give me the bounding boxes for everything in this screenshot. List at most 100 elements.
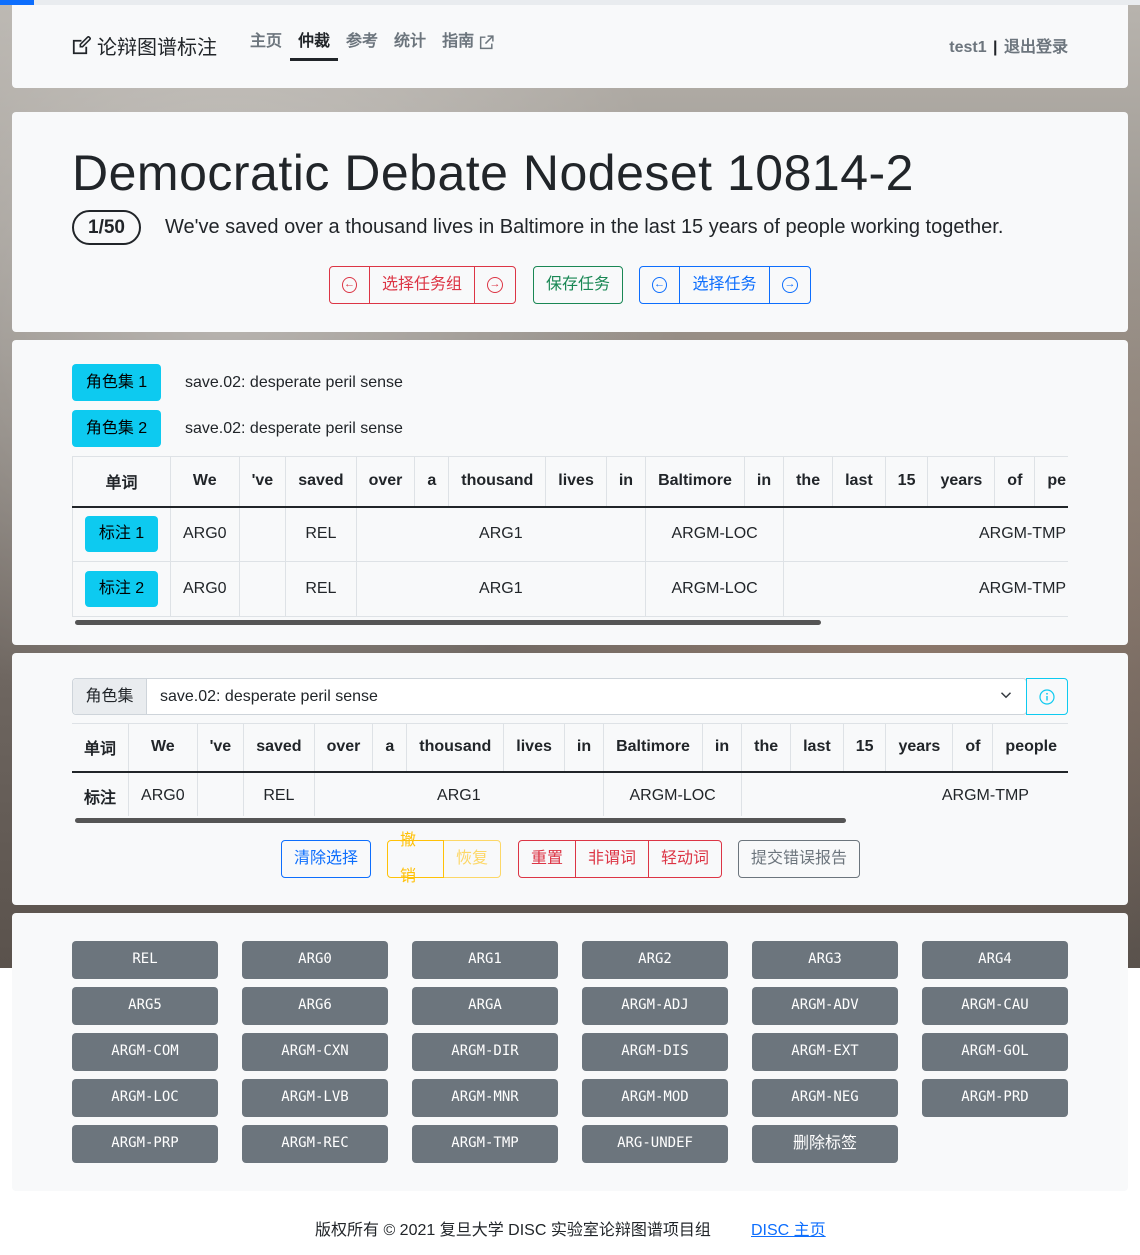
label-cell: ARG1 (356, 561, 647, 617)
label-cell: ARG1 (356, 506, 647, 562)
word-cell[interactable]: over (314, 723, 374, 773)
word-cell[interactable]: saved (243, 723, 315, 773)
label-button-arg6[interactable]: ARG6 (242, 987, 388, 1025)
label-cell[interactable]: REL (243, 771, 315, 816)
label-button-argm-mod[interactable]: ARGM-MOD (582, 1079, 728, 1117)
label-button-argm-dir[interactable]: ARGM-DIR (412, 1033, 558, 1071)
word-cell: a (414, 456, 450, 508)
label-button-arg0[interactable]: ARG0 (242, 941, 388, 979)
label-button-arg4[interactable]: ARG4 (922, 941, 1068, 979)
label-button-argm-prd[interactable]: ARGM-PRD (922, 1079, 1068, 1117)
label-cell (239, 506, 287, 562)
label-button-argm-gol[interactable]: ARGM-GOL (922, 1033, 1068, 1071)
nav-home[interactable]: 主页 (242, 31, 290, 61)
comparison-table: 单词 We 've saved over a thousand lives in… (72, 456, 1068, 617)
non-predicate-button[interactable]: 非谓词 (575, 840, 649, 878)
redo-button[interactable]: 恢复 (443, 840, 501, 878)
label-button-argm-mnr[interactable]: ARGM-MNR (412, 1079, 558, 1117)
word-cell: the (783, 456, 834, 508)
next-group-button[interactable]: → (474, 266, 516, 304)
roleset-2-button[interactable]: 角色集 2 (72, 410, 161, 447)
label-button-arg2[interactable]: ARG2 (582, 941, 728, 979)
word-cell[interactable]: thousand (406, 723, 505, 773)
label-cell[interactable]: ARGM-LOC (603, 771, 743, 816)
label-button-arg5[interactable]: ARG5 (72, 987, 218, 1025)
undo-button[interactable]: 撤销 (387, 832, 444, 885)
label-button-argm-lvb[interactable]: ARGM-LVB (242, 1079, 388, 1117)
roleset-select-value: save.02: desperate peril sense (160, 688, 378, 705)
word-cell[interactable]: last (790, 723, 844, 773)
prev-task-button[interactable]: ← (639, 266, 680, 304)
roleset-info-button[interactable] (1026, 678, 1068, 715)
word-cell[interactable]: years (885, 723, 954, 773)
save-task-button[interactable]: 保存任务 (533, 266, 623, 304)
horizontal-scrollbar[interactable] (75, 818, 846, 823)
nav-guide[interactable]: 指南 (434, 31, 503, 61)
label-button-argm-loc[interactable]: ARGM-LOC (72, 1079, 218, 1117)
word-cell[interactable]: in (702, 723, 743, 773)
label-button-argm-dis[interactable]: ARGM-DIS (582, 1033, 728, 1071)
select-task-button[interactable]: 选择任务 (679, 266, 770, 304)
label-cell[interactable]: ARG0 (128, 771, 198, 816)
annotation-comparison: 角色集 1 save.02: desperate peril sense 角色集… (12, 340, 1128, 645)
disc-home-link[interactable]: DISC 主页 (751, 1216, 826, 1240)
nav-stats[interactable]: 统计 (386, 31, 434, 61)
tag-1-button[interactable]: 标注 1 (85, 516, 158, 553)
label-cell: REL (285, 561, 357, 617)
word-cell[interactable]: We (128, 723, 198, 773)
next-task-button[interactable]: → (769, 266, 811, 304)
select-group-button[interactable]: 选择任务组 (369, 266, 475, 304)
word-cell[interactable]: 've (197, 723, 245, 773)
comparison-table-container[interactable]: 单词 We 've saved over a thousand lives in… (72, 456, 1068, 617)
nav-arbitration[interactable]: 仲裁 (290, 31, 339, 61)
prev-group-button[interactable]: ← (329, 266, 370, 304)
report-error-button[interactable]: 提交错误报告 (738, 840, 860, 878)
logout-link[interactable]: 退出登录 (1004, 39, 1068, 56)
word-cell[interactable]: 15 (843, 723, 887, 773)
word-cell[interactable]: in (564, 723, 605, 773)
label-button-argm-neg[interactable]: ARGM-NEG (752, 1079, 898, 1117)
label-button-argm-tmp[interactable]: ARGM-TMP (412, 1125, 558, 1163)
roleset-select[interactable]: 角色集 save.02: desperate peril sense (72, 678, 1027, 715)
label-button-argm-adv[interactable]: ARGM-ADV (752, 987, 898, 1025)
tag-2-button[interactable]: 标注 2 (85, 571, 158, 607)
reset-button[interactable]: 重置 (518, 840, 576, 878)
editor-table-container[interactable]: 单词 We 've saved over a thousand lives in… (72, 723, 1068, 816)
brand-title: 论辩图谱标注 (97, 37, 217, 59)
word-cell[interactable]: a (372, 723, 408, 773)
word-cell[interactable]: of (952, 723, 994, 773)
word-cell[interactable]: people (992, 723, 1068, 773)
label-button-arg-undef[interactable]: ARG-UNDEF (582, 1125, 728, 1163)
word-cell[interactable]: lives (503, 723, 565, 773)
label-button-argm-cau[interactable]: ARGM-CAU (922, 987, 1068, 1025)
label-cell[interactable]: ARGM-TMP (741, 771, 1068, 816)
label-button-argm-adj[interactable]: ARGM-ADJ (582, 987, 728, 1025)
horizontal-scrollbar[interactable] (75, 620, 821, 625)
label-button-arga[interactable]: ARGA (412, 987, 558, 1025)
word-cell: last (832, 456, 886, 508)
nav-reference[interactable]: 参考 (338, 31, 386, 61)
label-button-argm-cxn[interactable]: ARGM-CXN (242, 1033, 388, 1071)
label-button-rel[interactable]: REL (72, 941, 218, 979)
username[interactable]: test1 (949, 39, 986, 56)
table-row: 标注 ARG0 REL ARG1 ARGM-LOC ARGM-TMP (72, 771, 1068, 816)
brand[interactable]: 论辩图谱标注 (72, 31, 217, 60)
word-header: 单词 (72, 456, 171, 508)
label-button-argm-rec[interactable]: ARGM-REC (242, 1125, 388, 1163)
label-button-argm-com[interactable]: ARGM-COM (72, 1033, 218, 1071)
label-button--[interactable]: 删除标签 (752, 1125, 898, 1163)
label-cell[interactable] (197, 771, 245, 816)
word-cell[interactable]: Baltimore (603, 723, 703, 773)
task-counter-badge: 1/50 (72, 210, 141, 245)
word-cell[interactable]: the (741, 723, 792, 773)
label-button-argm-prp[interactable]: ARGM-PRP (72, 1125, 218, 1163)
label-cell[interactable]: ARG1 (314, 771, 605, 816)
roleset-1-button[interactable]: 角色集 1 (72, 364, 161, 401)
arrow-right-circle-icon: → (782, 277, 798, 293)
label-button-argm-ext[interactable]: ARGM-EXT (752, 1033, 898, 1071)
clear-selection-button[interactable]: 清除选择 (281, 840, 371, 878)
word-header: 单词 (72, 723, 130, 773)
label-button-arg3[interactable]: ARG3 (752, 941, 898, 979)
light-verb-button[interactable]: 轻动词 (648, 840, 722, 878)
label-button-arg1[interactable]: ARG1 (412, 941, 558, 979)
